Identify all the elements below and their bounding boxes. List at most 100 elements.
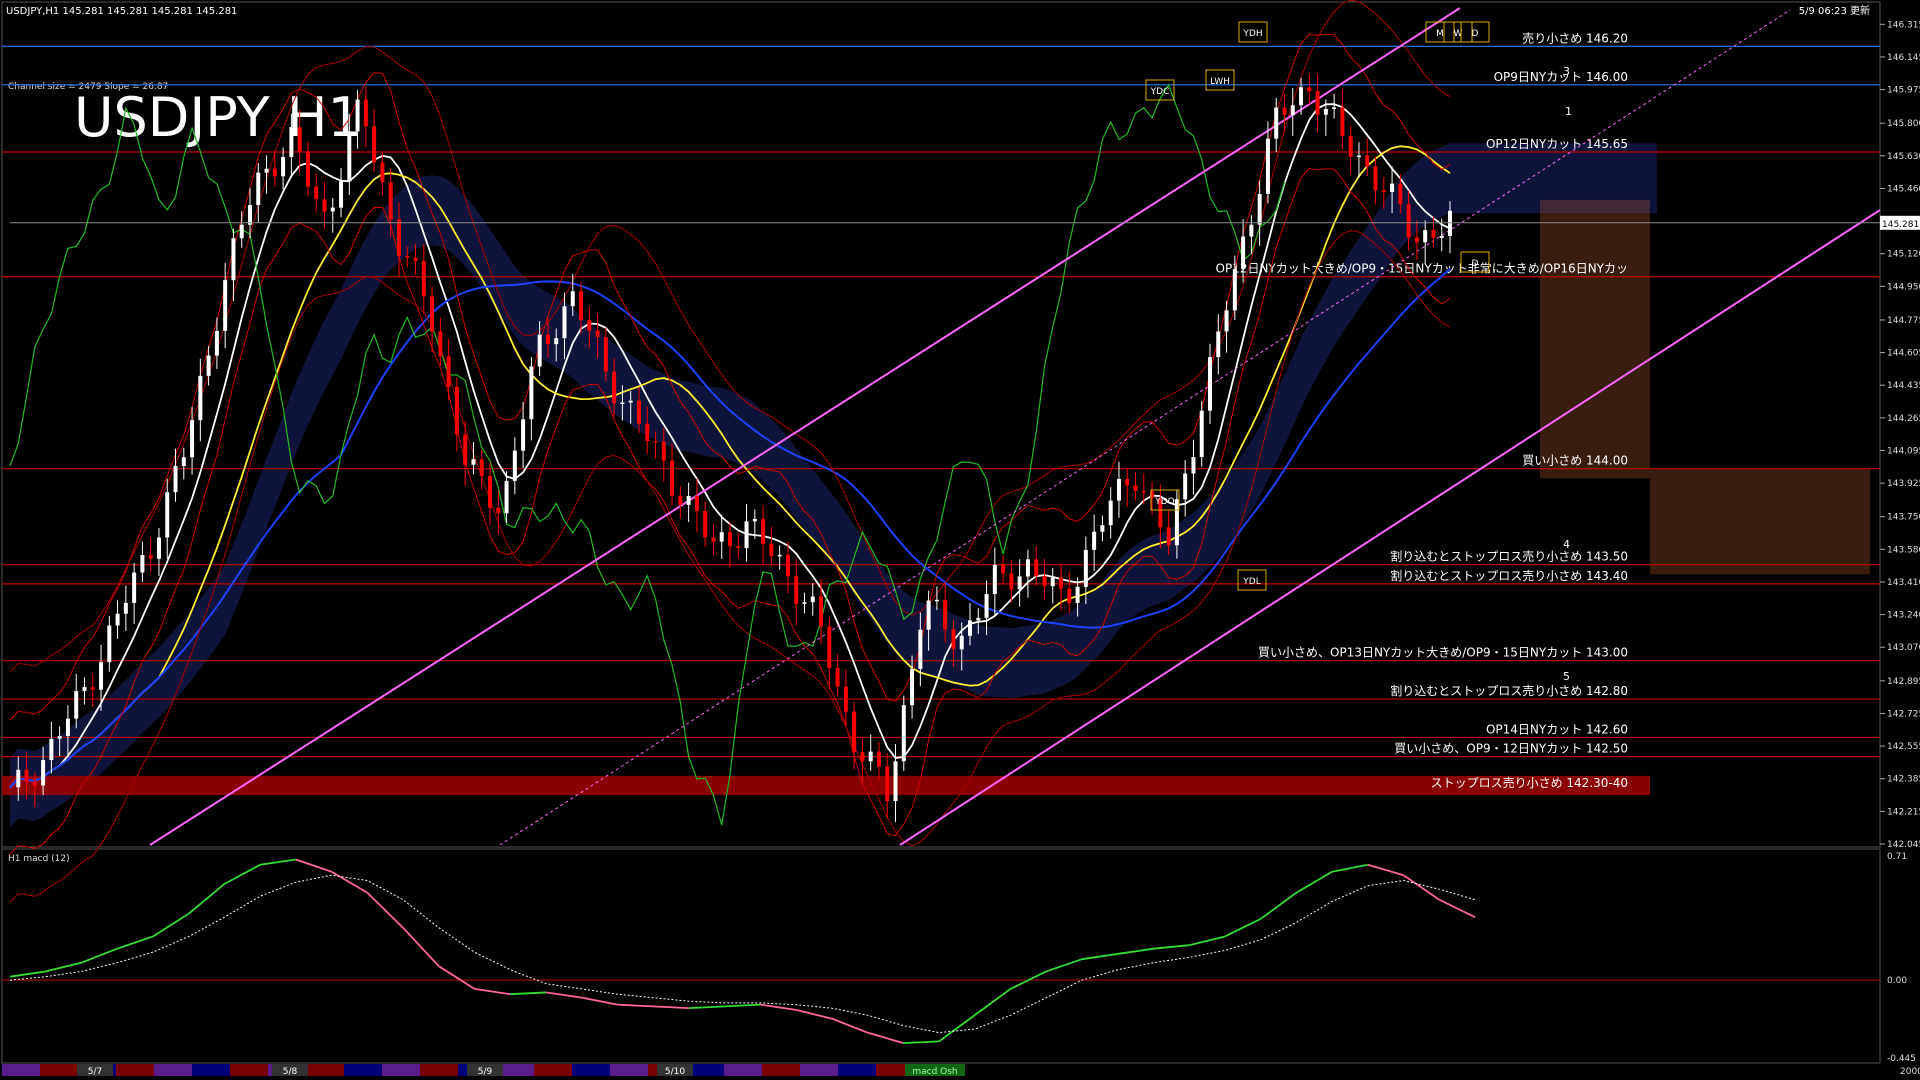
macd-main-segment (474, 988, 511, 996)
candle-body (868, 751, 873, 762)
macd-panel: 0.71 0.00 -0.445 (2, 852, 1916, 1064)
y-tick-label: 142.895 (1887, 677, 1920, 687)
date-segment (610, 1064, 648, 1076)
macd-title: H1 macd (12) (8, 854, 70, 864)
candle-body (885, 766, 890, 802)
candle-body (1108, 500, 1113, 526)
candle-body (99, 662, 104, 690)
candle-body (347, 131, 352, 182)
candle-body (65, 718, 70, 737)
macd-main-segment (1081, 953, 1118, 961)
candle-body (1356, 155, 1361, 158)
y-tick-label: 143.070 (1887, 643, 1920, 653)
candle-body (794, 576, 799, 604)
candle-body (1116, 479, 1121, 501)
macd-main-segment (617, 1003, 654, 1008)
date-segment (40, 1064, 78, 1076)
candle-body (612, 371, 617, 404)
candle-body (951, 629, 956, 650)
candle-body (562, 306, 567, 339)
candle-body (74, 691, 79, 719)
macd-main-segment (331, 870, 368, 894)
y-tick-label: 144.950 (1887, 282, 1920, 292)
macd-main-segment (1045, 958, 1083, 973)
marker-label: YDL (1242, 577, 1260, 587)
candle-body (835, 668, 840, 687)
candle-body (1307, 87, 1312, 92)
candle-body (1017, 576, 1022, 590)
candle-body (272, 168, 277, 177)
candle-body (438, 331, 443, 357)
candle-body (678, 495, 683, 505)
macd-main-segment (903, 1040, 940, 1045)
candle-body (454, 386, 459, 435)
macd-main-segment (724, 1003, 761, 1008)
current-price-label: 145.281 (1882, 220, 1919, 230)
date-segment (192, 1064, 230, 1076)
macd-main-segment (1117, 947, 1154, 955)
candle-body (1183, 473, 1188, 500)
candle-body (297, 127, 302, 152)
macd-main-segment (1438, 898, 1476, 919)
date-segment (420, 1064, 458, 1076)
candle-body (736, 546, 741, 549)
candle-body (521, 419, 526, 451)
wave-label: 1 (1565, 105, 1572, 118)
candle-body (926, 600, 931, 630)
wave-label: 5 (1563, 670, 1570, 683)
macd-signal-line (9, 874, 1476, 1034)
candle-body (471, 459, 476, 465)
y-tick-label: 145.800 (1887, 119, 1920, 129)
candle-body (90, 687, 95, 690)
macd-main-segment (1188, 935, 1226, 947)
candle-body (1299, 87, 1304, 106)
candle-body (1249, 224, 1254, 237)
macd-main-segment (259, 858, 296, 866)
candle-body (123, 602, 128, 614)
candle-body (16, 769, 21, 788)
forex-chart: USDJPY,H1 145.281 145.281 145.281 145.28… (1, 0, 1920, 1077)
candle-body (529, 366, 534, 420)
date-segment (116, 1064, 154, 1076)
candle-body (82, 687, 87, 692)
candle-body (636, 400, 641, 424)
candle-body (1199, 410, 1204, 458)
candle-body (355, 99, 360, 132)
candle-body (686, 496, 691, 505)
symbol-info: USDJPY,H1 145.281 145.281 145.281 145.28… (6, 6, 237, 17)
candle-body (1232, 269, 1237, 311)
wave-label: 3 (1563, 65, 1570, 78)
macd-tick-label: 0.00 (1887, 976, 1907, 986)
level-label: 買い小さめ、OP9・12日NYカット 142.50 (1394, 742, 1628, 756)
macd-main-segment (1367, 863, 1404, 877)
date-segment (230, 1064, 268, 1076)
candle-body (1067, 588, 1072, 604)
candle-body (852, 711, 857, 752)
candle-body (1290, 105, 1295, 115)
candle-body (1034, 559, 1039, 577)
macd-main-segment (1331, 863, 1368, 873)
candle-body (1083, 549, 1088, 587)
macd-main-segment (81, 947, 118, 964)
candle-body (901, 705, 906, 762)
macd-panel-frame (1, 848, 1881, 1064)
candle-body (620, 402, 625, 405)
level-label: 買い小さめ 144.00 (1522, 454, 1628, 468)
candle-body (810, 596, 815, 603)
y-tick-label: 142.555 (1887, 742, 1920, 752)
y-tick-label: 144.435 (1887, 381, 1920, 391)
date-label: 5/8 (283, 1067, 298, 1077)
candle-body (289, 127, 294, 158)
candle-body (239, 224, 244, 239)
candle-body (132, 572, 137, 603)
candle-body (421, 261, 426, 297)
candle-body (802, 602, 807, 604)
date-segment (2, 1064, 40, 1076)
macd-main-segment (974, 988, 1012, 1016)
candle-body (488, 475, 492, 508)
date-segment (306, 1064, 344, 1076)
macd-main-segment (795, 1009, 833, 1020)
date-label: 5/9 (478, 1067, 493, 1077)
candle-body (1390, 183, 1395, 193)
y-tick-label: 142.215 (1887, 807, 1920, 817)
